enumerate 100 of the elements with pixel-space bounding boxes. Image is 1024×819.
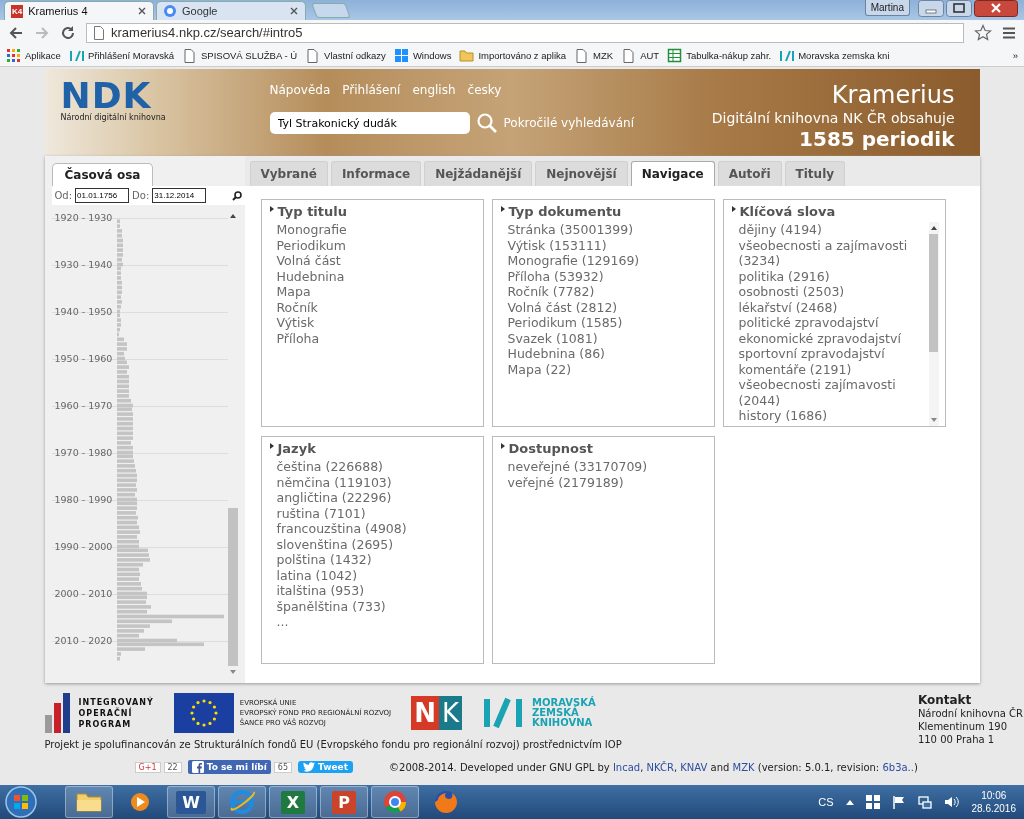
taskbar-button[interactable]: W <box>167 786 215 818</box>
reload-icon[interactable] <box>60 24 76 41</box>
close-icon[interactable] <box>137 6 147 16</box>
taskbar-button[interactable] <box>65 786 113 818</box>
credit-link[interactable]: KNAV <box>680 761 708 773</box>
user-badge[interactable]: Martina <box>864 0 910 16</box>
address-bar[interactable]: kramerius4.nkp.cz/search/#intro5 <box>86 22 964 43</box>
facet-item[interactable]: lékařství (2468) <box>738 299 929 315</box>
back-icon[interactable] <box>8 24 24 41</box>
scrollbar-thumb[interactable] <box>228 508 238 666</box>
network-icon[interactable] <box>917 795 932 809</box>
facet-item[interactable]: Mapa <box>276 284 483 300</box>
facet-item[interactable]: angličtina (22296) <box>276 490 483 506</box>
facet-item[interactable]: latina (1042) <box>276 567 483 583</box>
facet-title[interactable]: Jazyk <box>277 441 316 456</box>
credit-link[interactable]: NKČR <box>646 761 674 773</box>
bookmark[interactable]: Vlastní odkazy <box>305 48 386 63</box>
facet-item[interactable]: italština (953) <box>276 583 483 599</box>
google-plus-button[interactable]: G+1 <box>134 761 161 773</box>
menu-icon[interactable] <box>1002 25 1016 40</box>
facet-item[interactable]: Volná část (2812) <box>507 299 714 315</box>
close-window-icon[interactable] <box>974 0 1018 17</box>
tab[interactable]: Nejnovější <box>535 161 628 186</box>
ndk-logo[interactable]: NDK <box>60 79 260 113</box>
browser-tab[interactable]: Google <box>156 1 306 20</box>
facet-item[interactable]: ruština (7101) <box>276 505 483 521</box>
facet-item[interactable]: Volná část <box>276 253 483 269</box>
facet-item[interactable]: čeština (226688) <box>276 459 483 475</box>
facet-item[interactable]: Periodikum (1585) <box>507 315 714 331</box>
facet-item[interactable]: všeobecnosti zajímavosti (2044) <box>738 377 929 408</box>
triangle-icon[interactable] <box>500 205 505 212</box>
tab[interactable]: Informace <box>330 161 422 186</box>
browser-tab[interactable]: K4 Kramerius 4 <box>4 1 154 20</box>
facet-item[interactable]: veřejné (2179189) <box>507 474 714 490</box>
facet-item[interactable]: Ročník (7782) <box>507 284 714 300</box>
facet-title[interactable]: Klíčová slova <box>739 204 836 219</box>
search-field[interactable]: Tyl Strakonický dudák <box>269 112 470 134</box>
triangle-icon[interactable] <box>269 205 274 212</box>
facet-item[interactable]: Monografie (129169) <box>507 253 714 269</box>
facet-item[interactable]: Výtisk (153111) <box>507 237 714 253</box>
facet-item[interactable]: Hudebnina <box>276 268 483 284</box>
tab[interactable]: Nejžádanější <box>424 161 533 186</box>
facet-item[interactable]: španělština (733) <box>276 598 483 614</box>
facet-item[interactable]: francouzština (4908) <box>276 521 483 537</box>
bookmark[interactable]: Windows <box>393 48 452 63</box>
from-date-field[interactable]: 01.01.1756 <box>75 188 130 203</box>
facet-item[interactable]: politické zpravodajství <box>738 315 929 331</box>
facet-item[interactable]: komentáře (2191) <box>738 361 929 377</box>
bookmark[interactable]: SPISOVÁ SLUŽBA - Ú <box>182 48 298 63</box>
scroll-down-icon[interactable] <box>230 670 236 674</box>
facet-item[interactable]: neveřejné (33170709) <box>507 459 714 475</box>
taskbar-button[interactable]: P <box>320 786 368 818</box>
triangle-icon[interactable] <box>731 205 736 212</box>
facet-item[interactable]: slovenština (2695) <box>276 536 483 552</box>
more-bookmarks-button[interactable]: » <box>1012 50 1018 61</box>
minimize-icon[interactable] <box>918 0 944 17</box>
facet-item[interactable]: sportovní zpravodajství <box>738 346 929 362</box>
star-icon[interactable] <box>974 23 992 42</box>
facet-item[interactable]: Příloha <box>276 330 483 346</box>
facet-item[interactable]: němčina (119103) <box>276 474 483 490</box>
scroll-up-icon[interactable] <box>230 214 236 218</box>
triangle-icon[interactable] <box>500 442 505 449</box>
facet-item[interactable]: dějiny (4194) <box>738 222 929 238</box>
facet-item[interactable]: Stránka (35001399) <box>507 222 714 238</box>
bookmark[interactable]: Aplikace <box>6 48 61 63</box>
facet-item[interactable]: politika (2916) <box>738 268 929 284</box>
facet-item[interactable]: history (1686) <box>738 408 929 424</box>
facet-title[interactable]: Typ titulu <box>277 204 347 219</box>
speaker-icon[interactable] <box>943 795 960 809</box>
maximize-icon[interactable] <box>946 0 972 17</box>
facet-item[interactable]: Výtisk <box>276 315 483 331</box>
tab[interactable]: Navigace <box>630 161 715 186</box>
facet-item[interactable]: polština (1432) <box>276 552 483 568</box>
to-date-field[interactable]: 31.12.2014 <box>152 188 207 203</box>
timeline-tab[interactable]: Časová osa <box>51 163 154 186</box>
facet-item[interactable]: Periodikum <box>276 237 483 253</box>
tab[interactable]: Autoři <box>717 161 782 186</box>
facet-title[interactable]: Typ dokumentu <box>508 204 622 219</box>
bookmark[interactable]: Tabulka-nákup zahr. <box>667 48 772 63</box>
up-arrow-icon[interactable] <box>845 799 854 805</box>
like-button[interactable]: To se mi líbí <box>187 760 271 774</box>
facet-item[interactable]: osobnosti (2503) <box>738 284 929 300</box>
bookmark[interactable]: MZK <box>574 48 614 63</box>
scrollbar-thumb[interactable] <box>929 234 938 352</box>
close-icon[interactable] <box>289 6 299 16</box>
facet-title[interactable]: Dostupnost <box>508 441 593 456</box>
facet-item[interactable]: Mapa (22) <box>507 361 714 377</box>
taskbar-button[interactable]: X <box>269 786 317 818</box>
language-indicator[interactable]: CS <box>818 796 834 808</box>
facet-item[interactable]: Svazek (1081) <box>507 330 714 346</box>
scrollbar[interactable] <box>928 222 939 426</box>
search-icon[interactable] <box>231 190 242 201</box>
facet-item[interactable]: ... <box>276 614 483 630</box>
scroll-up-icon[interactable] <box>930 226 937 230</box>
tab[interactable]: Vybrané <box>249 161 328 186</box>
credit-link[interactable]: MZK <box>732 761 755 773</box>
triangle-icon[interactable] <box>269 442 274 449</box>
start-button-icon[interactable] <box>4 785 38 819</box>
facet-item[interactable]: všeobecnosti a zajímavosti (3234) <box>738 237 929 269</box>
facet-item[interactable]: Monografie <box>276 222 483 238</box>
